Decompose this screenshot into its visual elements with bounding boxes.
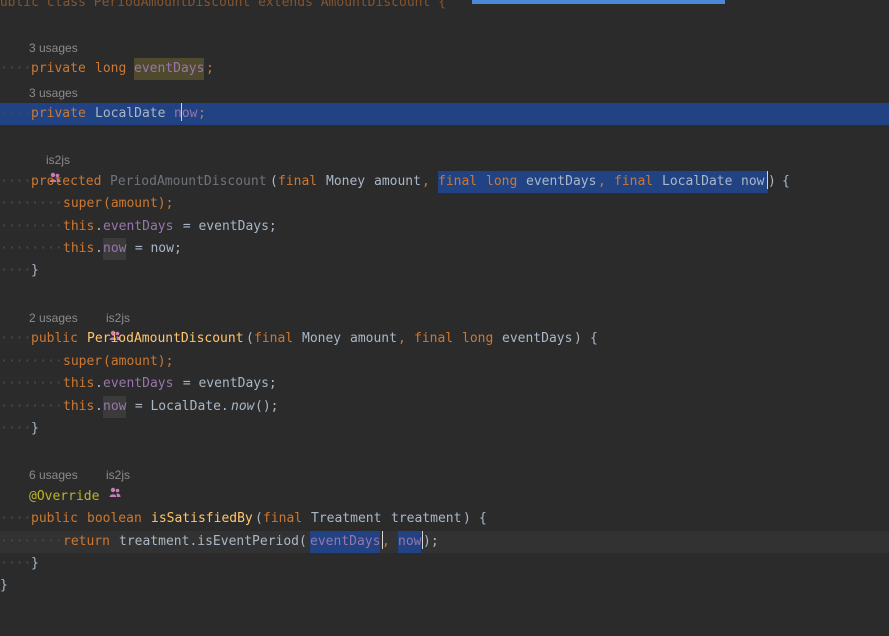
code-line-close-constructor[interactable]: ···· }: [0, 260, 889, 282]
code-line-assign-now[interactable]: ········ this . now = now;: [0, 238, 889, 260]
code-line-override-annotation[interactable]: @Override: [0, 486, 889, 508]
code-line-close-class[interactable]: }: [0, 575, 889, 597]
text-caret: [181, 103, 182, 121]
usage-hint-constructor-2[interactable]: 2 usages is2js: [0, 309, 889, 340]
author-name[interactable]: is2js: [106, 309, 130, 327]
code-line-class-declaration[interactable]: public class PeriodAmountDiscount extend…: [0, 0, 889, 14]
code-line-super-call[interactable]: ········ super (amount);: [0, 193, 889, 215]
code-line-close-constructor-2[interactable]: ···· }: [0, 418, 889, 440]
class-declaration-text: public class PeriodAmountDiscount extend…: [0, 0, 446, 10]
code-line-close-method[interactable]: ···· }: [0, 553, 889, 575]
code-line-constructor-full[interactable]: ···· protected PeriodAmountDiscount ( fi…: [0, 171, 889, 193]
usage-hint-method[interactable]: 6 usages is2js: [0, 466, 889, 497]
code-line-assign-eventdays[interactable]: ········ this . eventDays = eventDays;: [0, 216, 889, 238]
code-line-now-field[interactable]: ···· private LocalDate now ;: [0, 103, 889, 125]
code-line-super-call-2[interactable]: ········ super (amount);: [0, 351, 889, 373]
code-line-constructor-2[interactable]: ···· public PeriodAmountDiscount ( final…: [0, 328, 889, 350]
usages-label[interactable]: 3 usages: [29, 84, 78, 102]
code-line-return-statement[interactable]: ········ return treatment.isEventPeriod(…: [0, 531, 889, 553]
code-line-eventdays-field[interactable]: ···· private long eventDays ;: [0, 58, 889, 80]
usages-label[interactable]: 2 usages: [29, 309, 78, 327]
eventdays-field-name[interactable]: eventDays: [134, 58, 205, 80]
code-line-assign-now-2[interactable]: ········ this . now = LocalDate. now ();: [0, 396, 889, 418]
author-name[interactable]: is2js: [46, 151, 70, 169]
author-name[interactable]: is2js: [106, 466, 130, 484]
now-field-name[interactable]: now: [174, 103, 197, 125]
usage-hint-eventdays-field[interactable]: 3 usages: [0, 39, 889, 57]
code-editor[interactable]: public class PeriodAmountDiscount extend…: [0, 0, 889, 636]
author-hint-constructor[interactable]: is2js: [0, 151, 889, 182]
usages-label[interactable]: 3 usages: [29, 39, 78, 57]
usage-hint-now-field[interactable]: 3 usages: [0, 84, 889, 102]
usages-label[interactable]: 6 usages: [29, 466, 78, 484]
code-line-assign-eventdays-2[interactable]: ········ this . eventDays = eventDays;: [0, 373, 889, 395]
code-line-method-signature[interactable]: ···· public boolean isSatisfiedBy ( fina…: [0, 508, 889, 530]
